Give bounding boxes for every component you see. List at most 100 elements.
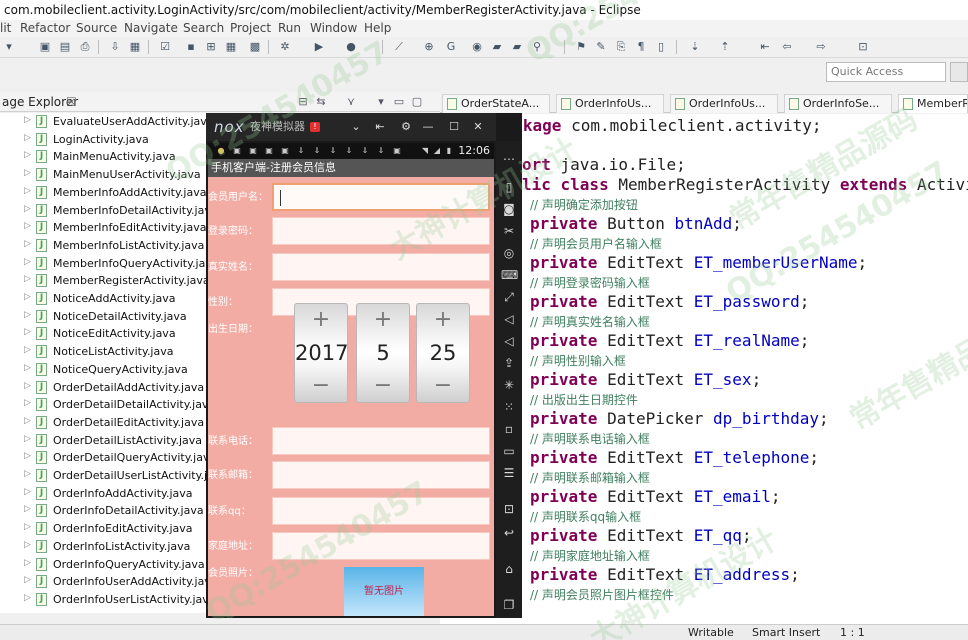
forward-icon[interactable]: ⇨	[814, 40, 828, 54]
telephone-field[interactable]	[272, 427, 490, 455]
perspective-icon[interactable]: ⊡	[856, 40, 870, 54]
checkbox-icon[interactable]: ☑	[158, 40, 172, 54]
expand-arrow-icon[interactable]: ▷	[24, 274, 31, 284]
realname-field[interactable]	[272, 253, 490, 281]
tree-item[interactable]: ▷ J OrderInfoDetailActivity.java	[0, 502, 210, 520]
download-icon[interactable]: ⇩	[108, 40, 122, 54]
tree-item[interactable]: ▷ J NoticeListActivity.java	[0, 343, 210, 361]
run-icon[interactable]: ▶	[312, 40, 326, 54]
robot-icon[interactable]: ◙	[501, 201, 517, 217]
day-picker[interactable]: + 25 −	[416, 303, 470, 403]
tree-item[interactable]: ▷ J OrderDetailUserListActivity.jav	[0, 467, 220, 485]
tree-item[interactable]: ▷ J OrderInfoListActivity.java	[0, 538, 210, 556]
multi-instance-icon[interactable]: ⁙	[501, 399, 517, 415]
tree-item[interactable]: ▷ J MemberInfoDetailActivity.java	[0, 202, 218, 220]
email-field[interactable]	[272, 461, 490, 489]
expand-arrow-icon[interactable]: ▷	[24, 310, 31, 320]
volume-down-icon[interactable]: ◁	[501, 333, 517, 349]
tab-order-state[interactable]: OrderStateA...	[442, 94, 550, 113]
tree-item[interactable]: ▷ J NoticeAddActivity.java	[0, 290, 210, 308]
tree-item[interactable]: ▷ J NoticeQueryActivity.java	[0, 361, 210, 379]
expand-arrow-icon[interactable]: ▷	[24, 558, 31, 568]
month-decrement-button[interactable]: −	[357, 372, 409, 400]
tree-item[interactable]: ▷ J MainMenuUserActivity.java	[0, 166, 210, 184]
new-java-project-icon[interactable]: ⊕	[422, 40, 436, 54]
highlight-icon[interactable]: ✎	[594, 40, 608, 54]
expand-arrow-icon[interactable]: ▷	[24, 150, 31, 160]
expand-arrow-icon[interactable]: ▷	[24, 575, 31, 585]
keyboard-icon[interactable]: ⌨	[501, 267, 518, 283]
tree-item[interactable]: ▷ J OrderDetailDetailActivity.java	[0, 396, 215, 414]
tree-item[interactable]: ▷ J OrderDetailListActivity.java	[0, 432, 210, 450]
menu-help[interactable]: Help	[364, 20, 391, 37]
tab-member-register[interactable]: MemberRe	[898, 94, 968, 113]
expand-arrow-icon[interactable]: ▷	[24, 133, 31, 143]
debug-icon[interactable]: ✲	[278, 40, 292, 54]
view-menu-icon[interactable]: ⋎	[344, 95, 358, 108]
expand-arrow-icon[interactable]: ▷	[24, 434, 31, 444]
folder-icon[interactable]: ▭	[501, 443, 517, 459]
expand-arrow-icon[interactable]: ▷	[24, 451, 31, 461]
prev-annotation-icon[interactable]: ⇡	[718, 40, 732, 54]
save-icon[interactable]: ▣	[38, 40, 52, 54]
qq-field[interactable]	[272, 497, 490, 525]
task-icon[interactable]: ▪	[184, 40, 198, 54]
tree-item[interactable]: ▷ J OrderDetailEditActivity.java	[0, 414, 210, 432]
last-edit-icon[interactable]: ⇤	[758, 40, 772, 54]
expand-arrow-icon[interactable]: ▷	[24, 593, 31, 603]
tree-item[interactable]: ▷ J OrderInfoEditActivity.java	[0, 520, 210, 538]
username-field[interactable]	[272, 183, 490, 211]
expand-arrow-icon[interactable]: ▷	[24, 327, 31, 337]
screenshot-icon[interactable]: ▫	[501, 421, 517, 437]
close-icon[interactable]: ☒	[66, 92, 77, 112]
day-decrement-button[interactable]: −	[417, 372, 469, 400]
new-icon[interactable]: ▾	[2, 40, 16, 54]
grid-icon[interactable]: ▩	[248, 40, 262, 54]
link-editor-icon[interactable]: ⇆	[314, 95, 328, 108]
table-icon[interactable]: ▦	[224, 40, 238, 54]
expand-arrow-icon[interactable]: ▷	[24, 381, 31, 391]
menu-search[interactable]: Search	[183, 20, 224, 37]
fullscreen-icon[interactable]: ⤢	[501, 289, 517, 305]
menu-run[interactable]: Run	[278, 20, 301, 37]
back-icon[interactable]: ↩	[501, 525, 517, 541]
tree-item[interactable]: ▷ J MemberInfoAddActivity.java	[0, 184, 210, 202]
block-select-icon[interactable]: ▯	[654, 40, 668, 54]
collapse-all-icon[interactable]: ⊟	[296, 95, 310, 108]
expand-arrow-icon[interactable]: ▷	[24, 292, 31, 302]
more-icon[interactable]: ⋯	[501, 151, 517, 167]
new-package-icon[interactable]: G	[444, 40, 458, 54]
expand-arrow-icon[interactable]: ▷	[24, 115, 31, 125]
expand-arrow-icon[interactable]: ▷	[24, 487, 31, 497]
member-photo[interactable]: 暂无图片	[344, 567, 424, 616]
expand-arrow-icon[interactable]: ▷	[24, 398, 31, 408]
scissors-icon[interactable]: ✂	[501, 223, 517, 239]
search-icon[interactable]: ⚲	[530, 40, 544, 54]
expand-arrow-icon[interactable]: ▷	[24, 221, 31, 231]
open-perspective-button[interactable]	[950, 62, 968, 82]
tree-item[interactable]: ▷ J OrderInfoUserAddActivity.java	[0, 573, 218, 591]
phone-rotate-icon[interactable]: ▯	[501, 179, 517, 195]
maximize-icon[interactable]: ▢	[410, 95, 424, 108]
tab-order-info-service[interactable]: OrderInfoSe...	[784, 94, 892, 113]
volume-up-icon[interactable]: ◁	[501, 311, 517, 327]
maximize-icon[interactable]: ☐	[446, 117, 462, 137]
tree-item[interactable]: ▷ J EvaluateUserAddActivity.java	[0, 113, 214, 131]
tree-item[interactable]: ▷ J MainMenuActivity.java	[0, 148, 210, 166]
tree-item[interactable]: ▷ J OrderDetailQueryActivity.java	[0, 449, 216, 467]
month-picker[interactable]: + 5 −	[356, 303, 410, 403]
expand-arrow-icon[interactable]: ▷	[24, 504, 31, 514]
expand-arrow-icon[interactable]: ▷	[24, 522, 31, 532]
close-icon[interactable]: ✕	[470, 117, 486, 137]
year-picker[interactable]: + 2017 −	[294, 303, 348, 403]
year-increment-button[interactable]: +	[295, 306, 347, 334]
tree-item[interactable]: ▷ J OrderInfoQueryActivity.java	[0, 556, 210, 574]
expand-arrow-icon[interactable]: ▷	[24, 540, 31, 550]
wand-icon[interactable]: ⟋	[392, 40, 406, 54]
open-folder-icon[interactable]: ▰	[510, 40, 524, 54]
chevron-down-icon[interactable]: ⌄	[348, 117, 364, 137]
pin-icon[interactable]: ⇤	[372, 117, 388, 137]
apk-install-icon[interactable]: ⇪	[501, 355, 517, 371]
expand-arrow-icon[interactable]: ▷	[24, 186, 31, 196]
minimize-icon[interactable]: ▭	[392, 95, 406, 108]
